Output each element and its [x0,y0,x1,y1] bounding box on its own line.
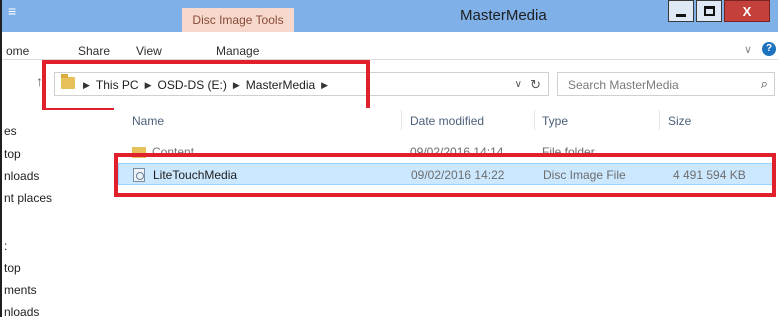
expand-ribbon-icon[interactable]: ∨ [744,43,752,56]
explorer-window: ≡ Disc Image Tools MasterMedia X ome Sha… [0,0,778,317]
ribbon-controls: ∨ ? [744,42,776,56]
close-button[interactable]: X [724,0,770,22]
help-icon[interactable]: ? [762,42,776,56]
nav-item[interactable]: nt places [4,191,52,205]
window-title: MasterMedia [460,7,547,24]
search-icon[interactable]: ⌕ [761,76,768,92]
nav-item[interactable]: : [4,239,7,253]
maximize-button[interactable] [696,0,722,22]
refresh-icon[interactable]: ↻ [530,77,541,93]
title-bar: ≡ Disc Image Tools MasterMedia X [2,0,778,32]
tab-home[interactable]: ome [6,44,29,58]
search-input[interactable]: Search MasterMedia ⌕ [557,72,775,96]
nav-item[interactable]: ments [4,283,37,297]
tab-view[interactable]: View [136,44,162,58]
address-dropdown-icon[interactable]: ∨ [515,79,522,90]
minimize-icon [676,13,686,17]
highlight-box-file [114,153,776,197]
maximize-icon [703,6,715,16]
tab-manage[interactable]: Manage [216,44,259,58]
tab-share[interactable]: Share [78,44,110,58]
column-header-date[interactable]: Date modified [410,108,484,134]
ribbon-tabs: ome Share View Manage ∨ ? [2,32,778,60]
tab-disc-image-tools[interactable]: Disc Image Tools [182,8,294,32]
search-placeholder: Search MasterMedia [568,78,679,92]
nav-item[interactable]: nloads [4,169,39,183]
column-header-type[interactable]: Type [542,108,568,134]
highlight-box-address [42,60,370,112]
column-divider[interactable] [534,110,535,130]
caption-buttons: X [666,0,770,24]
quick-access-icon[interactable]: ≡ [8,3,16,19]
column-header-name[interactable]: Name [132,108,164,134]
navigation-pane: es top nloads nt places : top ments nloa… [4,110,114,317]
nav-item[interactable]: top [4,261,21,275]
nav-item[interactable]: nloads [4,305,39,317]
nav-item[interactable]: es [4,124,17,138]
file-list: Name Date modified Type Size Content 09/… [114,108,778,317]
minimize-button[interactable] [668,0,694,22]
nav-item[interactable]: top [4,147,21,161]
column-header-size[interactable]: Size [668,108,691,134]
column-divider[interactable] [659,110,660,130]
column-divider[interactable] [401,110,402,130]
